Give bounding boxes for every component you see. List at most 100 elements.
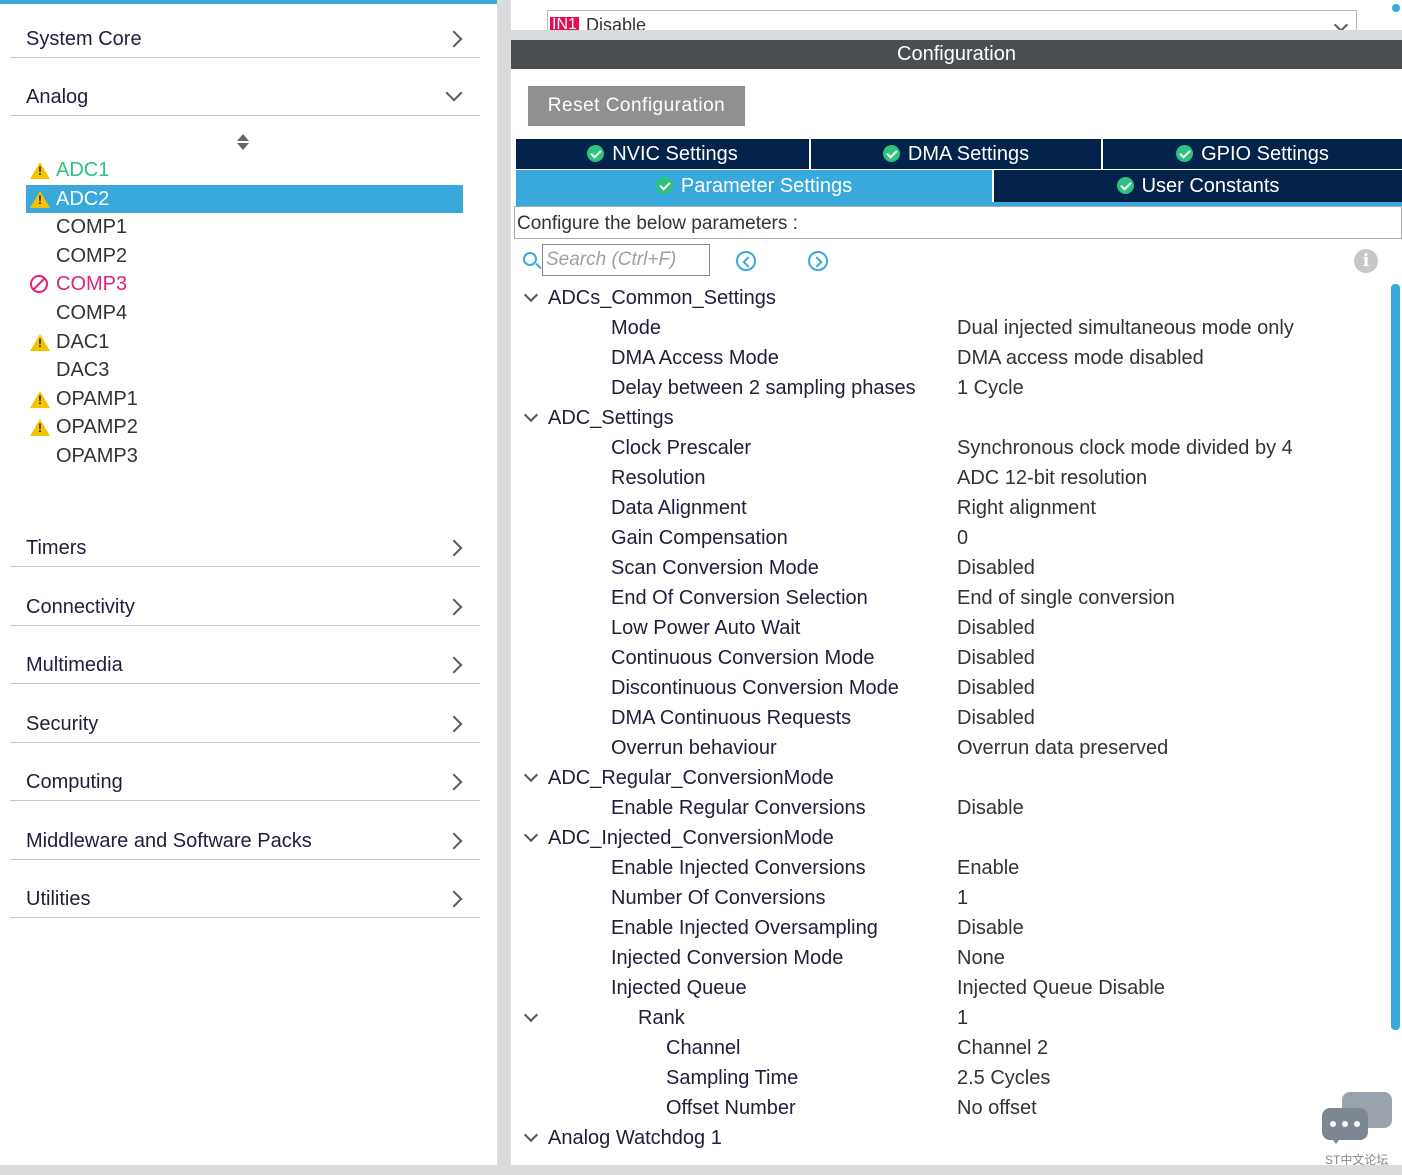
parameter-tree: ADCs_Common_Settings Mode Dual injected si…: [511, 283, 1391, 1153]
chat-icon[interactable]: [1322, 1092, 1394, 1146]
category-connectivity[interactable]: Connectivity: [10, 570, 480, 626]
parameter-row[interactable]: Sampling Time 2.5 Cycles: [511, 1063, 1391, 1093]
sort-icon[interactable]: [236, 134, 250, 152]
next-result-button[interactable]: [808, 251, 828, 271]
parameter-row[interactable]: Overrun behaviour Overrun data preserved: [511, 733, 1391, 763]
parameter-row[interactable]: Enable Injected Conversions Enable: [511, 853, 1391, 883]
parameter-value[interactable]: DMA access mode disabled: [957, 347, 1204, 370]
category-system-core[interactable]: System Core: [10, 2, 480, 58]
peripheral-item-comp2[interactable]: COMP2: [26, 242, 463, 270]
parameter-value[interactable]: Disable: [957, 917, 1024, 940]
parameter-row[interactable]: Mode Dual injected simultaneous mode only: [511, 313, 1391, 343]
parameter-row[interactable]: DMA Continuous Requests Disabled: [511, 703, 1391, 733]
parameter-row[interactable]: DMA Access Mode DMA access mode disabled: [511, 343, 1391, 373]
parameter-row[interactable]: Resolution ADC 12-bit resolution: [511, 463, 1391, 493]
info-icon[interactable]: i: [1354, 249, 1378, 273]
tab-label: User Constants: [1141, 175, 1280, 197]
expand-chevron-icon[interactable]: [523, 287, 539, 303]
parameter-value[interactable]: Disabled: [957, 557, 1035, 580]
parameter-row[interactable]: End Of Conversion Selection End of single…: [511, 583, 1391, 613]
peripheral-item-adc1[interactable]: ADC1: [26, 156, 463, 184]
parameter-value[interactable]: End of single conversion: [957, 587, 1175, 610]
parameter-value[interactable]: 1: [957, 887, 968, 910]
peripheral-item-opamp1[interactable]: OPAMP1: [26, 385, 463, 413]
parameter-value[interactable]: Disable: [957, 797, 1024, 820]
parameter-label: Gain Compensation: [611, 527, 788, 549]
parameter-value[interactable]: No offset: [957, 1097, 1037, 1120]
parameter-value[interactable]: Overrun data preserved: [957, 737, 1168, 760]
parameter-label: Enable Injected Oversampling: [611, 917, 878, 939]
parameter-value[interactable]: Channel 2: [957, 1037, 1048, 1060]
expand-chevron-icon[interactable]: [523, 767, 539, 783]
tab-gpio-settings[interactable]: GPIO Settings: [1103, 139, 1402, 169]
tab-user-constants[interactable]: User Constants: [994, 170, 1402, 202]
parameter-value[interactable]: Right alignment: [957, 497, 1096, 520]
category-computing[interactable]: Computing: [10, 745, 480, 801]
previous-result-button[interactable]: [736, 251, 756, 271]
expand-chevron-icon[interactable]: [523, 1007, 539, 1023]
parameter-row[interactable]: Clock Prescaler Synchronous clock mode di…: [511, 433, 1391, 463]
parameter-value[interactable]: Disabled: [957, 647, 1035, 670]
peripheral-item-opamp3[interactable]: OPAMP3: [26, 442, 463, 470]
parameter-group[interactable]: ADC_Injected_ConversionMode: [511, 823, 1391, 853]
parameter-row[interactable]: Scan Conversion Mode Disabled: [511, 553, 1391, 583]
parameter-group[interactable]: ADC_Settings: [511, 403, 1391, 433]
category-analog[interactable]: Analog: [10, 60, 480, 116]
parameter-row[interactable]: Continuous Conversion Mode Disabled: [511, 643, 1391, 673]
search-input[interactable]: [542, 244, 710, 276]
parameter-row[interactable]: Rank 1: [511, 1003, 1391, 1033]
parameter-group[interactable]: ADCs_Common_Settings: [511, 283, 1391, 313]
category-multimedia[interactable]: Multimedia: [10, 628, 480, 684]
category-middleware-and-software-packs[interactable]: Middleware and Software Packs: [10, 804, 480, 860]
parameter-value[interactable]: Synchronous clock mode divided by 4: [957, 437, 1293, 460]
panel-splitter[interactable]: [497, 0, 511, 1175]
category-security[interactable]: Security: [10, 687, 480, 743]
peripheral-label: COMP3: [56, 273, 128, 296]
parameter-value[interactable]: 2.5 Cycles: [957, 1067, 1050, 1090]
parameter-value[interactable]: Enable: [957, 857, 1019, 880]
tab-parameter-settings[interactable]: Parameter Settings: [516, 170, 992, 202]
tab-dma-settings[interactable]: DMA Settings: [811, 139, 1101, 169]
vertical-scrollbar[interactable]: [1391, 284, 1400, 1030]
parameter-group[interactable]: ADC_Regular_ConversionMode: [511, 763, 1391, 793]
tab-nvic-settings[interactable]: NVIC Settings: [516, 139, 809, 169]
parameter-row[interactable]: Channel Channel 2: [511, 1033, 1391, 1063]
parameter-value[interactable]: 0: [957, 527, 968, 550]
category-timers[interactable]: Timers: [10, 511, 480, 567]
parameter-value[interactable]: Disabled: [957, 677, 1035, 700]
peripheral-item-dac3[interactable]: DAC3: [26, 356, 463, 384]
parameter-row[interactable]: Enable Regular Conversions Disable: [511, 793, 1391, 823]
category-utilities[interactable]: Utilities: [10, 862, 480, 918]
parameter-value[interactable]: Disabled: [957, 617, 1035, 640]
parameter-value[interactable]: Injected Queue Disable: [957, 977, 1165, 1000]
parameter-row[interactable]: Gain Compensation 0: [511, 523, 1391, 553]
chevron-right-icon: [445, 656, 463, 674]
parameter-value[interactable]: 1 Cycle: [957, 377, 1024, 400]
parameter-value[interactable]: Disabled: [957, 707, 1035, 730]
expand-chevron-icon[interactable]: [523, 1127, 539, 1143]
parameter-row[interactable]: Data Alignment Right alignment: [511, 493, 1391, 523]
parameter-row[interactable]: Injected Conversion Mode None: [511, 943, 1391, 973]
parameter-row[interactable]: Enable Injected Oversampling Disable: [511, 913, 1391, 943]
parameter-row[interactable]: Discontinuous Conversion Mode Disabled: [511, 673, 1391, 703]
peripheral-item-dac1[interactable]: DAC1: [26, 328, 463, 356]
parameter-group[interactable]: Analog Watchdog 1: [511, 1123, 1391, 1153]
parameter-row[interactable]: Injected Queue Injected Queue Disable: [511, 973, 1391, 1003]
parameter-value[interactable]: None: [957, 947, 1005, 970]
parameter-row[interactable]: Number Of Conversions 1: [511, 883, 1391, 913]
mode-select[interactable]: IN1 Disable: [547, 10, 1357, 32]
peripheral-item-opamp2[interactable]: OPAMP2: [26, 413, 463, 441]
parameter-value[interactable]: 1: [957, 1007, 968, 1030]
parameter-row[interactable]: Offset Number No offset: [511, 1093, 1391, 1123]
peripheral-item-comp1[interactable]: COMP1: [26, 213, 463, 241]
peripheral-item-comp3[interactable]: COMP3: [26, 270, 463, 298]
peripheral-item-adc2[interactable]: ADC2: [26, 184, 463, 213]
parameter-row[interactable]: Delay between 2 sampling phases 1 Cycle: [511, 373, 1391, 403]
parameter-value[interactable]: ADC 12-bit resolution: [957, 467, 1147, 490]
parameter-value[interactable]: Dual injected simultaneous mode only: [957, 317, 1294, 340]
reset-configuration-button[interactable]: Reset Configuration: [528, 86, 745, 126]
peripheral-item-comp4[interactable]: COMP4: [26, 299, 463, 327]
expand-chevron-icon[interactable]: [523, 827, 539, 843]
expand-chevron-icon[interactable]: [523, 407, 539, 423]
parameter-row[interactable]: Low Power Auto Wait Disabled: [511, 613, 1391, 643]
